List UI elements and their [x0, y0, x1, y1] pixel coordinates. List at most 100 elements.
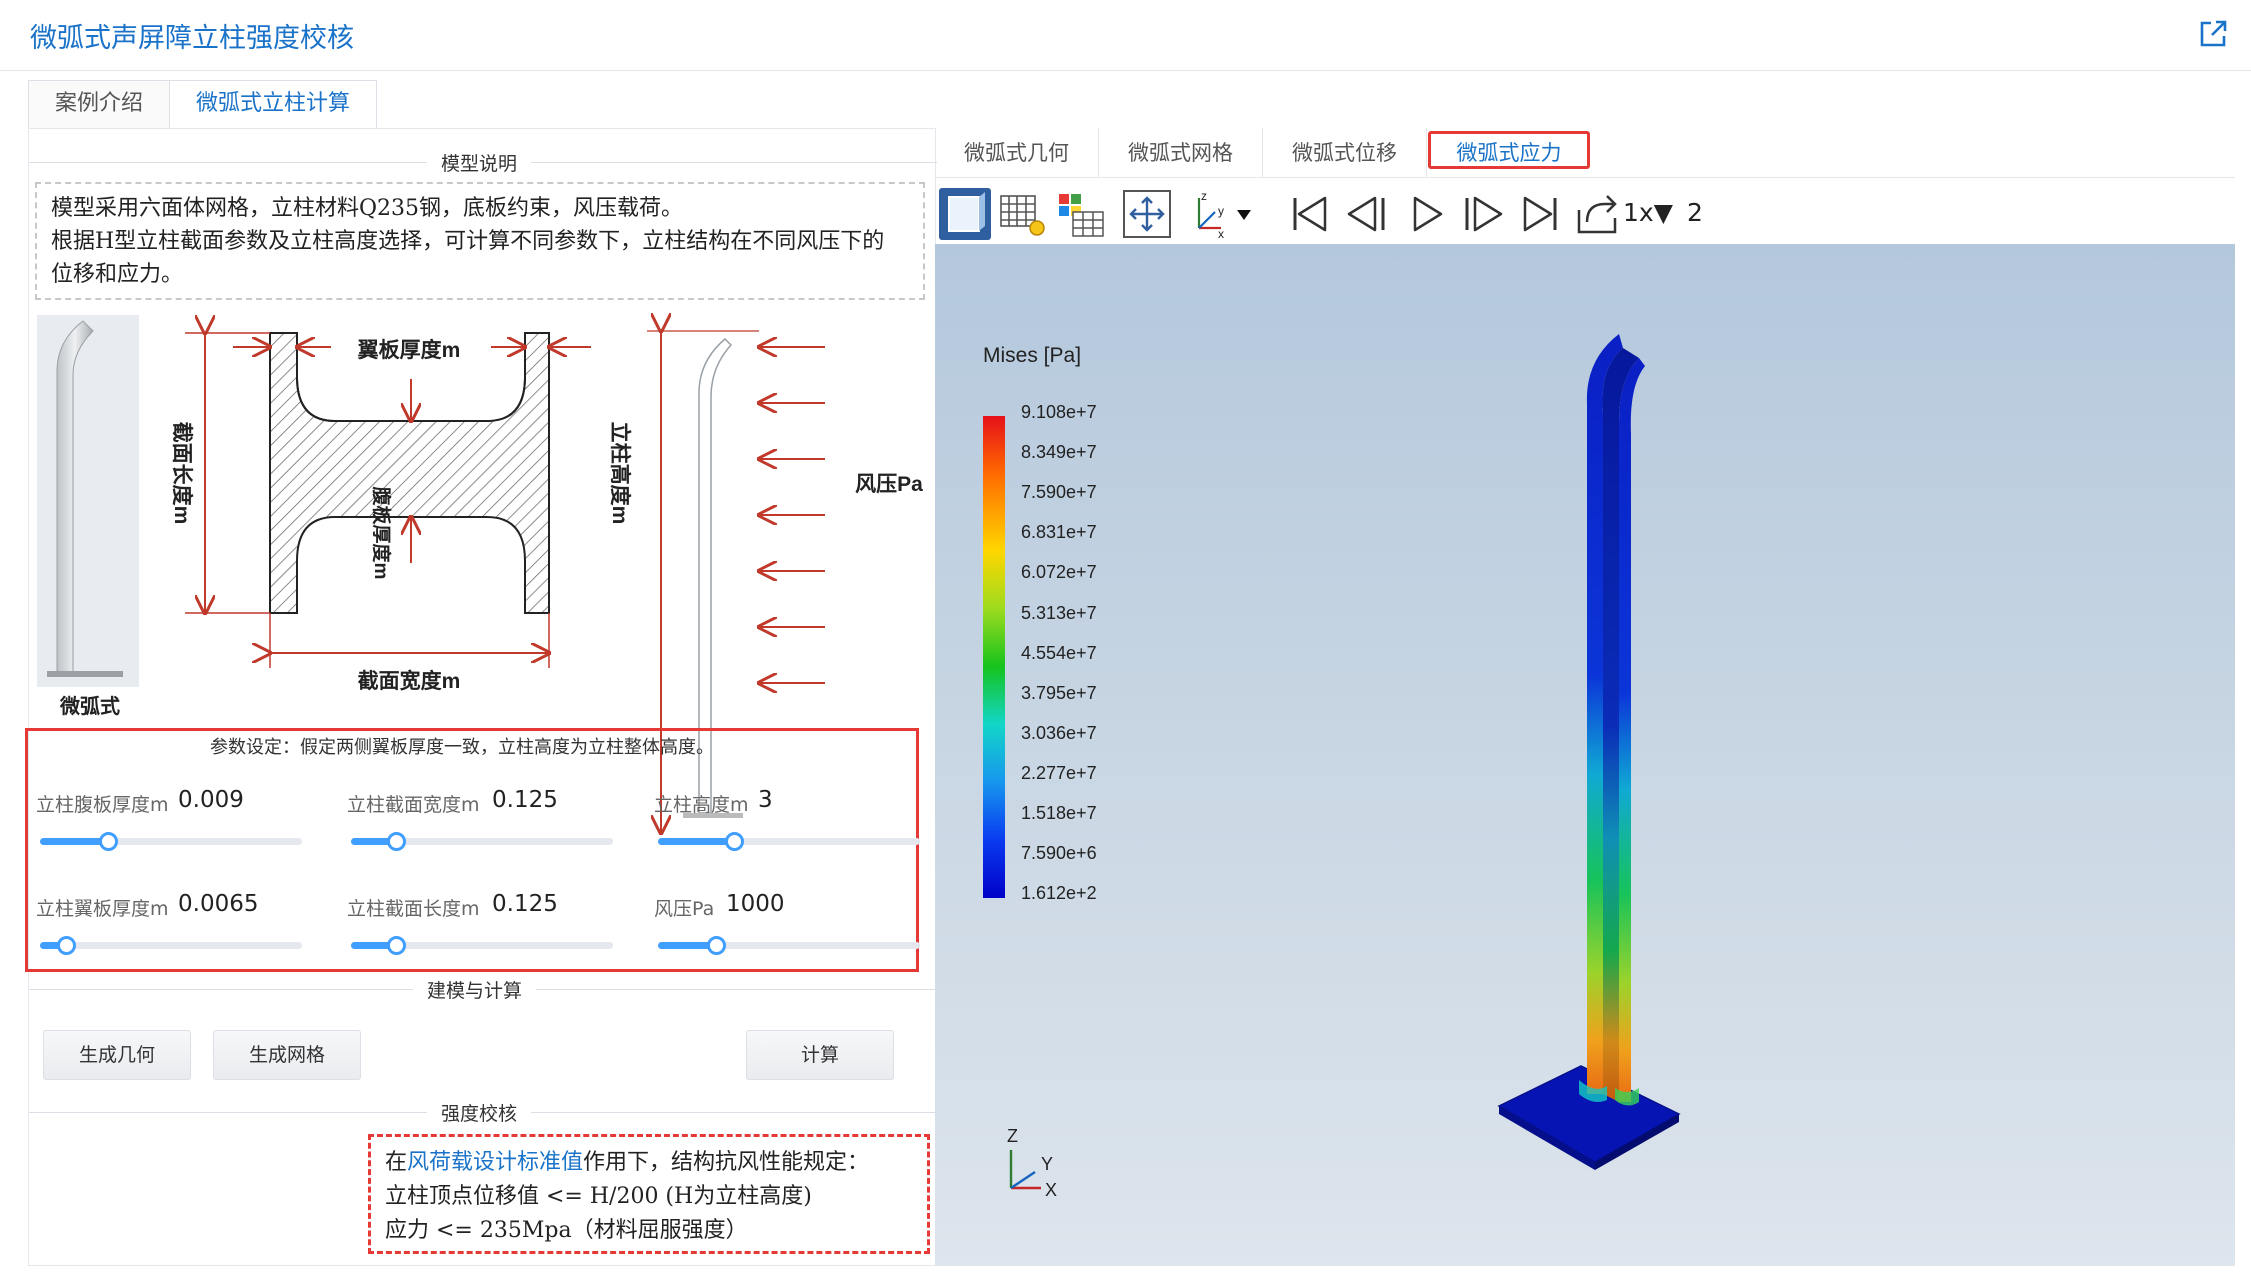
legend-label: 2.277e+7 — [1021, 763, 1097, 783]
param-web-thickness: 立柱腹板厚度m 0.009 — [36, 787, 306, 870]
left-panel: 模型说明 模型采用六面体网格，立柱材料Q235钢，底板约束，风压载荷。 根据H型… — [28, 128, 937, 1266]
tab-mesh[interactable]: 微弧式网格 — [1099, 128, 1263, 178]
generate-geometry-button[interactable]: 生成几何 — [43, 1030, 191, 1080]
check-prefix: 在 — [385, 1150, 408, 1175]
param-label: 风压Pa — [654, 898, 715, 920]
param-section-width: 立柱截面宽度m 0.125 — [347, 787, 617, 870]
description-line: 根据H型立柱截面参数及立柱高度选择，可计算不同参数下，立柱结构在不同风压下的 — [51, 229, 885, 254]
strength-check-note: 在风荷载设计标准值作用下，结构抗风性能规定： 立柱顶点位移值 <= H/200 … — [368, 1134, 930, 1254]
fit-view-icon[interactable] — [1121, 188, 1173, 240]
param-flange-thickness: 立柱翼板厚度m 0.0065 — [36, 891, 306, 974]
check-line: 立柱顶点位移值 <= H/200 (H为立柱高度) — [385, 1184, 812, 1209]
post-height-label: 立柱高度m — [608, 422, 632, 525]
legend-label: 3.795e+7 — [1021, 683, 1097, 703]
stress-colorbar — [983, 416, 1005, 898]
slider-handle[interactable] — [386, 832, 406, 851]
param-value: 0.125 — [492, 787, 558, 813]
param-value: 0.125 — [492, 891, 558, 917]
flange-thickness-slider[interactable] — [40, 936, 302, 955]
model-description: 模型采用六面体网格，立柱材料Q235钢，底板约束，风压载荷。 根据H型立柱截面参… — [35, 182, 925, 300]
slider-handle[interactable] — [386, 936, 406, 955]
param-label: 立柱翼板厚度m — [36, 898, 169, 920]
slider-handle[interactable] — [57, 936, 77, 955]
axis-x-label: X — [1045, 1180, 1057, 1200]
description-line: 位移和应力。 — [51, 262, 184, 287]
mesh-display-icon[interactable] — [997, 188, 1049, 240]
check-suffix: 作用下，结构抗风性能规定： — [583, 1150, 870, 1175]
param-value: 0.009 — [178, 787, 244, 813]
web-thickness-label: 腹板厚度m — [370, 486, 393, 580]
viewer-tabs: 微弧式几何 微弧式网格 微弧式位移 微弧式应力 — [935, 128, 2235, 178]
axis-orientation-icon[interactable]: z y x — [1185, 188, 1259, 240]
param-value: 0.0065 — [178, 891, 259, 917]
generate-mesh-button[interactable]: 生成网格 — [213, 1030, 361, 1080]
legend-label: 7.590e+7 — [1021, 482, 1097, 502]
slider-handle[interactable] — [724, 832, 744, 851]
legend-label: 6.831e+7 — [1021, 522, 1097, 542]
axis-y-label: Y — [1041, 1154, 1053, 1174]
compute-button[interactable]: 计算 — [746, 1030, 894, 1080]
legend-label: 7.590e+6 — [1021, 843, 1097, 863]
param-post-height: 立柱高度m 3 — [654, 787, 924, 870]
post-thumbnail — [37, 315, 139, 687]
param-wind-pressure: 风压Pa 1000 — [654, 891, 924, 974]
section-width-slider[interactable] — [351, 832, 613, 851]
tab-displacement[interactable]: 微弧式位移 — [1263, 128, 1427, 178]
legend-label: 1.518e+7 — [1021, 803, 1097, 823]
loop-export-icon[interactable] — [1571, 188, 1623, 240]
tab-geometry[interactable]: 微弧式几何 — [935, 128, 1099, 178]
legend-label: 6.072e+7 — [1021, 562, 1097, 582]
play-icon[interactable] — [1399, 188, 1451, 240]
param-label: 立柱截面长度m — [347, 898, 480, 920]
legend-label: 1.612e+2 — [1021, 883, 1097, 903]
axis-z-label: Z — [1007, 1126, 1018, 1146]
description-line: 模型采用六面体网格，立柱材料Q235钢，底板约束，风压载荷。 — [51, 196, 684, 221]
first-frame-icon[interactable] — [1283, 188, 1335, 240]
section-width-label: 截面宽度m — [358, 669, 461, 693]
external-link-icon[interactable] — [2197, 18, 2229, 50]
wind-pressure-label: 风压Pa — [855, 473, 923, 496]
slider-handle[interactable] — [706, 936, 726, 955]
header-divider — [0, 70, 2251, 71]
section-length-slider[interactable] — [351, 936, 613, 955]
svg-text:z: z — [1201, 189, 1207, 203]
param-label: 立柱高度m — [654, 794, 749, 816]
legend-label: 4.554e+7 — [1021, 643, 1097, 663]
next-frame-icon[interactable] — [1457, 188, 1509, 240]
param-value: 3 — [758, 787, 773, 813]
color-table-icon[interactable] — [1055, 188, 1107, 240]
view-cube-icon[interactable] — [939, 188, 991, 240]
wind-load-standard-link[interactable]: 风荷载设计标准值 — [407, 1150, 583, 1175]
svg-text:x: x — [1218, 227, 1224, 240]
web-thickness-slider[interactable] — [40, 832, 302, 851]
param-section-length: 立柱截面长度m 0.125 — [347, 891, 617, 974]
main-tabs: 案例介绍 微弧式立柱计算 — [28, 80, 378, 128]
section-length-label: 截面长度m — [170, 422, 194, 525]
legend-label: 5.313e+7 — [1021, 603, 1097, 623]
svg-text:y: y — [1218, 204, 1224, 218]
viewer-toolbar: z y x 1x▼ 2 — [935, 180, 2235, 244]
last-frame-icon[interactable] — [1515, 188, 1567, 240]
stress-model-render — [1497, 334, 1681, 1170]
legend-label: 9.108e+7 — [1021, 402, 1097, 422]
check-line: 在风荷载设计标准值作用下，结构抗风性能规定： — [385, 1146, 913, 1180]
previous-frame-icon[interactable] — [1341, 188, 1393, 240]
3d-viewport[interactable]: Mises [Pa] 9.108e+7 8.349e+7 7.590e+7 6.… — [935, 244, 2235, 1266]
tab-post-calculation[interactable]: 微弧式立柱计算 — [170, 80, 378, 128]
tab-case-intro[interactable]: 案例介绍 — [28, 80, 171, 128]
params-title: 参数设定：假定两侧翼板厚度一致，立柱高度为立柱整体高度。 — [210, 737, 714, 758]
viewer-panel: 微弧式几何 微弧式网格 微弧式位移 微弧式应力 z y x 1x▼ 2 Mise… — [935, 128, 2235, 1266]
playback-speed-select[interactable]: 1x▼ — [1623, 198, 1673, 227]
wind-pressure-slider[interactable] — [658, 936, 920, 955]
legend-title: Mises [Pa] — [983, 344, 1082, 367]
post-height-slider[interactable] — [658, 832, 920, 851]
frame-number: 2 — [1687, 198, 1703, 227]
slider-handle[interactable] — [99, 832, 119, 851]
legend-label: 8.349e+7 — [1021, 442, 1097, 462]
legend-label: 3.036e+7 — [1021, 723, 1097, 743]
axes-triad: Z Y X — [1007, 1126, 1057, 1200]
param-value: 1000 — [726, 891, 785, 917]
check-section-title: 强度校核 — [427, 1099, 532, 1126]
flange-thickness-label: 翼板厚度m — [358, 338, 461, 362]
check-line: 应力 <= 235Mpa（材料屈服强度） — [385, 1218, 748, 1243]
